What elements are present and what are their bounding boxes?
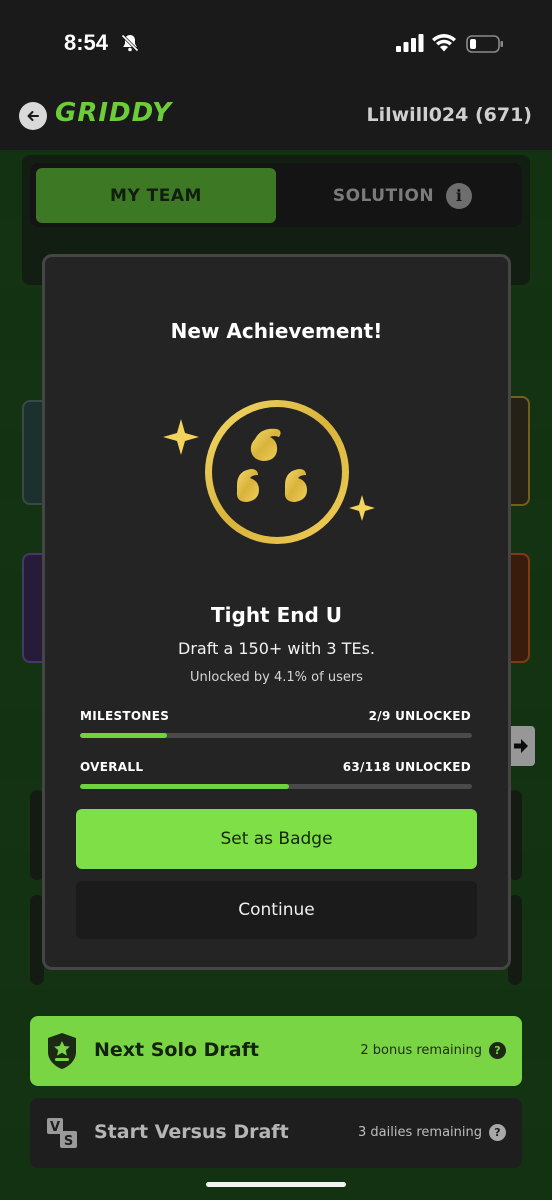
sparkle-icon xyxy=(349,495,375,521)
overall-value: 63/118 UNLOCKED xyxy=(342,760,471,774)
help-icon[interactable]: ? xyxy=(489,1042,506,1059)
start-versus-draft-button[interactable]: V S Start Versus Draft 3 dailies remaini… xyxy=(30,1098,522,1168)
overall-progress-fill xyxy=(80,784,290,789)
home-indicator[interactable] xyxy=(206,1182,346,1187)
wifi-icon xyxy=(432,34,456,52)
overall-label: OVERALL xyxy=(80,760,144,774)
achievement-name: Tight End U xyxy=(211,603,342,627)
app-header: GRIDDY Lilwill024 (671) xyxy=(0,90,552,150)
achievement-description: Draft a 150+ with 3 TEs. xyxy=(178,639,375,658)
achievement-unlock-rate: Unlocked by 4.1% of users xyxy=(190,670,363,685)
versus-icon: V S xyxy=(47,1118,77,1148)
next-solo-draft-button[interactable]: Next Solo Draft 2 bonus remaining ? xyxy=(30,1016,522,1086)
next-solo-draft-title: Next Solo Draft xyxy=(94,1039,259,1061)
set-as-badge-button[interactable]: Set as Badge xyxy=(76,809,477,869)
battery-icon xyxy=(466,35,503,53)
overall-progress-bar xyxy=(80,784,472,789)
achievement-modal: New Achievement! Tight End U Draft a 150… xyxy=(42,254,511,970)
achievement-badge-icon xyxy=(163,400,375,544)
start-versus-draft-subtitle: 3 dailies remaining xyxy=(357,1125,482,1140)
signal-icon xyxy=(396,34,424,52)
milestones-progress-fill xyxy=(80,733,168,738)
svg-text:S: S xyxy=(64,1134,73,1148)
arrow-left-icon xyxy=(27,111,39,121)
bell-off-icon xyxy=(121,34,139,52)
milestones-value: 2/9 UNLOCKED xyxy=(368,709,471,723)
username-label[interactable]: Lilwill024 (671) xyxy=(366,104,532,126)
start-versus-draft-title: Start Versus Draft xyxy=(94,1121,289,1143)
next-solo-draft-subtitle: 2 bonus remaining xyxy=(360,1043,482,1058)
continue-button[interactable]: Continue xyxy=(76,881,477,939)
help-icon[interactable]: ? xyxy=(489,1124,506,1141)
sparkle-icon xyxy=(163,419,199,455)
back-button[interactable] xyxy=(19,102,47,130)
griddy-logo: GRIDDY xyxy=(55,98,173,128)
svg-text:V: V xyxy=(50,1120,60,1135)
modal-title: New Achievement! xyxy=(170,319,383,343)
milestones-progress-bar xyxy=(80,733,472,738)
milestones-label: MILESTONES xyxy=(80,709,170,723)
shield-star-icon xyxy=(48,1033,76,1069)
status-time: 8:54 xyxy=(64,30,109,55)
status-bar: 8:54 xyxy=(0,0,552,90)
